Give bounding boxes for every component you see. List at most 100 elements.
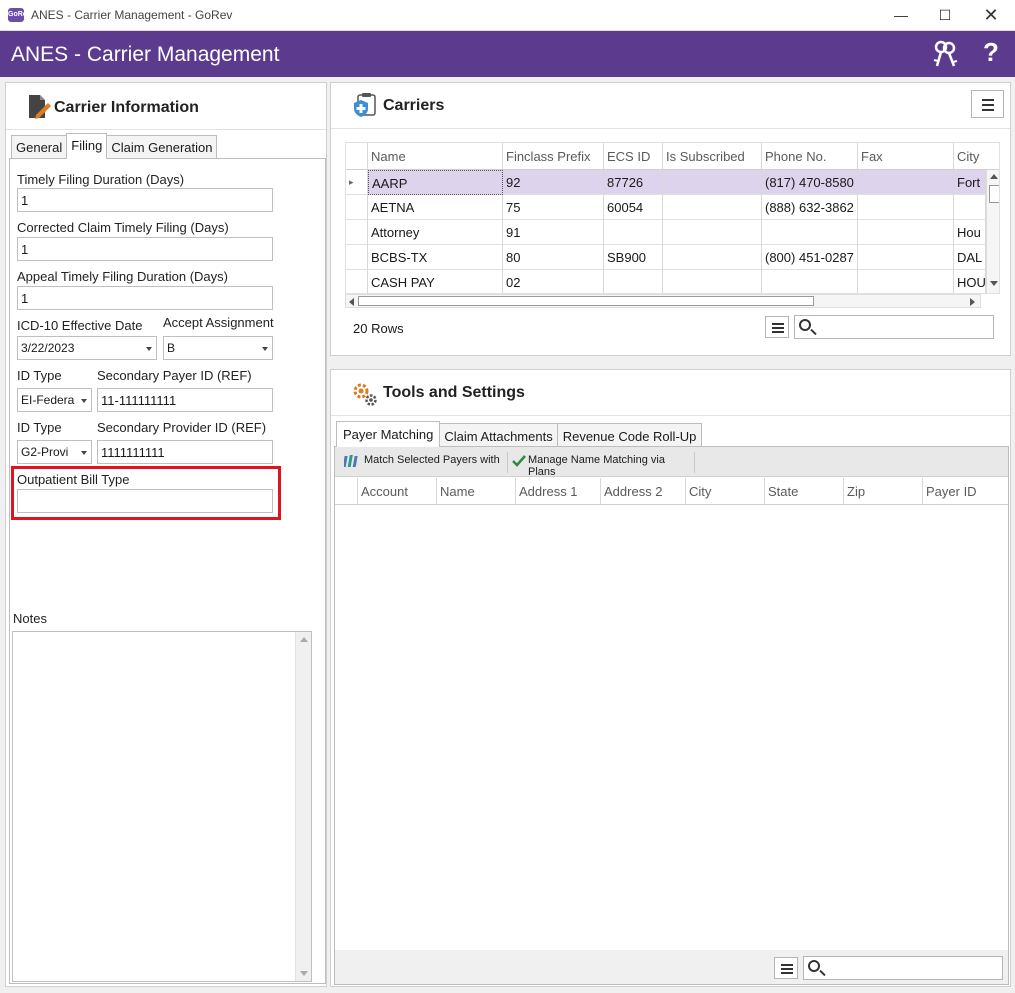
corrected-claim-input[interactable]: 1 [17, 237, 273, 261]
cell-ecs-id[interactable] [604, 270, 663, 293]
cell-city[interactable]: DAL [954, 245, 986, 270]
scroll-thumb[interactable] [989, 185, 999, 203]
cell-name[interactable]: BCBS-TX [368, 245, 503, 270]
cell-finclass[interactable]: 92 [503, 170, 604, 195]
cell-fax[interactable] [858, 220, 954, 245]
manage-name-matching-button[interactable]: Manage Name Matching via Plans [507, 452, 695, 478]
tab-claim-generation[interactable]: Claim Generation [106, 135, 218, 159]
icd10-date-picker[interactable]: 3/22/2023 [17, 336, 157, 360]
window-title: ANES - Carrier Management - GoRev [31, 8, 233, 22]
column-zip[interactable]: Zip [844, 478, 923, 504]
cell-ecs-id[interactable] [604, 220, 663, 245]
scroll-down-icon[interactable] [300, 971, 308, 976]
column-city[interactable]: City [686, 478, 765, 504]
cell-ecs-id[interactable]: 60054 [604, 195, 663, 220]
cell-city[interactable] [954, 195, 986, 220]
cell-fax[interactable] [858, 170, 954, 195]
cell-finclass[interactable]: 91 [503, 220, 604, 245]
column-is-subscribed[interactable]: Is Subscribed [663, 143, 762, 169]
cell-fax[interactable] [858, 195, 954, 220]
column-city[interactable]: City [954, 143, 999, 169]
cell-finclass[interactable]: 80 [503, 245, 604, 270]
tab-revenue-code-rollup[interactable]: Revenue Code Roll-Up [556, 423, 703, 447]
payer-matching-menu-button[interactable] [774, 957, 798, 979]
column-phone[interactable]: Phone No. [762, 143, 858, 169]
column-finclass-prefix[interactable]: Finclass Prefix [503, 143, 604, 169]
help-icon[interactable]: ? [983, 37, 999, 68]
column-address-1[interactable]: Address 1 [516, 478, 601, 504]
tab-filing[interactable]: Filing [66, 133, 108, 159]
tab-general[interactable]: General [11, 135, 68, 159]
cell-name[interactable]: Attorney [368, 220, 503, 245]
match-selected-payers-button[interactable]: Match Selected Payers with [340, 452, 506, 472]
column-ecs-id[interactable]: ECS ID [604, 143, 663, 169]
table-row[interactable]: ▸ AARP 92 87726 (817) 470-8580 Fort [346, 170, 986, 195]
tab-payer-matching[interactable]: Payer Matching [336, 421, 441, 447]
cell-subscribed[interactable] [663, 195, 762, 220]
app-icon: GoRev [8, 8, 31, 22]
timely-filing-input[interactable]: 1 [17, 188, 273, 212]
close-button[interactable]: ✕ [976, 4, 1006, 26]
carriers-search-input[interactable] [794, 315, 994, 339]
cell-finclass[interactable]: 75 [503, 195, 604, 220]
column-state[interactable]: State [765, 478, 844, 504]
notes-scrollbar[interactable] [295, 632, 311, 981]
scroll-thumb[interactable] [358, 296, 814, 306]
scroll-right-icon[interactable] [970, 298, 975, 306]
cell-phone[interactable]: (817) 470-8580 [762, 170, 858, 195]
accept-assignment-select[interactable]: B [163, 336, 273, 360]
payer-matching-search-input[interactable] [803, 956, 1003, 980]
outpatient-bill-type-label: Outpatient Bill Type [17, 472, 130, 487]
carriers-grid-menu-button[interactable] [765, 316, 789, 338]
cell-subscribed[interactable] [663, 220, 762, 245]
table-row[interactable]: BCBS-TX 80 SB900 (800) 451-0287 DAL [346, 245, 986, 270]
keys-icon[interactable] [930, 39, 960, 69]
cell-name[interactable]: AARP [368, 170, 503, 195]
cell-fax[interactable] [858, 245, 954, 270]
column-payer-id[interactable]: Payer ID [923, 478, 1008, 504]
cell-city[interactable]: Fort [954, 170, 986, 195]
minimize-button[interactable]: — [886, 4, 916, 26]
notes-textarea[interactable] [12, 631, 312, 982]
cell-phone[interactable] [762, 220, 858, 245]
scroll-up-icon[interactable] [300, 637, 308, 642]
appeal-filing-input[interactable]: 1 [17, 286, 273, 310]
cell-city[interactable]: Hou [954, 220, 986, 245]
cell-name[interactable]: AETNA [368, 195, 503, 220]
scroll-down-icon[interactable] [990, 281, 998, 286]
column-name[interactable]: Name [368, 143, 503, 169]
scroll-up-icon[interactable] [990, 174, 998, 179]
scroll-left-icon[interactable] [349, 298, 354, 306]
cell-subscribed[interactable] [663, 170, 762, 195]
id-type-2-select[interactable]: G2-Provi [17, 440, 92, 464]
document-edit-icon [29, 95, 51, 119]
cell-phone[interactable]: (800) 451-0287 [762, 245, 858, 270]
cell-phone[interactable] [762, 270, 858, 293]
outpatient-bill-type-input[interactable] [17, 489, 273, 513]
column-account[interactable]: Account [358, 478, 437, 504]
column-fax[interactable]: Fax [858, 143, 954, 169]
carriers-vertical-scrollbar[interactable] [986, 170, 999, 293]
tab-claim-attachments[interactable]: Claim Attachments [439, 423, 558, 447]
table-row[interactable]: CASH PAY 02 HOU [346, 270, 986, 293]
cell-city[interactable]: HOU [954, 270, 986, 293]
column-name[interactable]: Name [437, 478, 516, 504]
cell-finclass[interactable]: 02 [503, 270, 604, 293]
cell-fax[interactable] [858, 270, 954, 293]
column-address-2[interactable]: Address 2 [601, 478, 686, 504]
cell-subscribed[interactable] [663, 270, 762, 293]
cell-ecs-id[interactable]: 87726 [604, 170, 663, 195]
secondary-payer-input[interactable]: 11-111111111 [97, 388, 273, 412]
table-row[interactable]: Attorney 91 Hou [346, 220, 986, 245]
table-row[interactable]: AETNA 75 60054 (888) 632-3862 [346, 195, 986, 220]
medical-card-icon [354, 93, 376, 117]
cell-name[interactable]: CASH PAY [368, 270, 503, 293]
maximize-button[interactable]: ☐ [930, 4, 960, 26]
cell-subscribed[interactable] [663, 245, 762, 270]
secondary-provider-input[interactable]: 1111111111 [97, 440, 273, 464]
carriers-menu-button[interactable] [971, 90, 1004, 118]
cell-ecs-id[interactable]: SB900 [604, 245, 663, 270]
cell-phone[interactable]: (888) 632-3862 [762, 195, 858, 220]
id-type-select[interactable]: EI-Federa [17, 388, 92, 412]
carriers-horizontal-scrollbar[interactable] [345, 294, 981, 308]
